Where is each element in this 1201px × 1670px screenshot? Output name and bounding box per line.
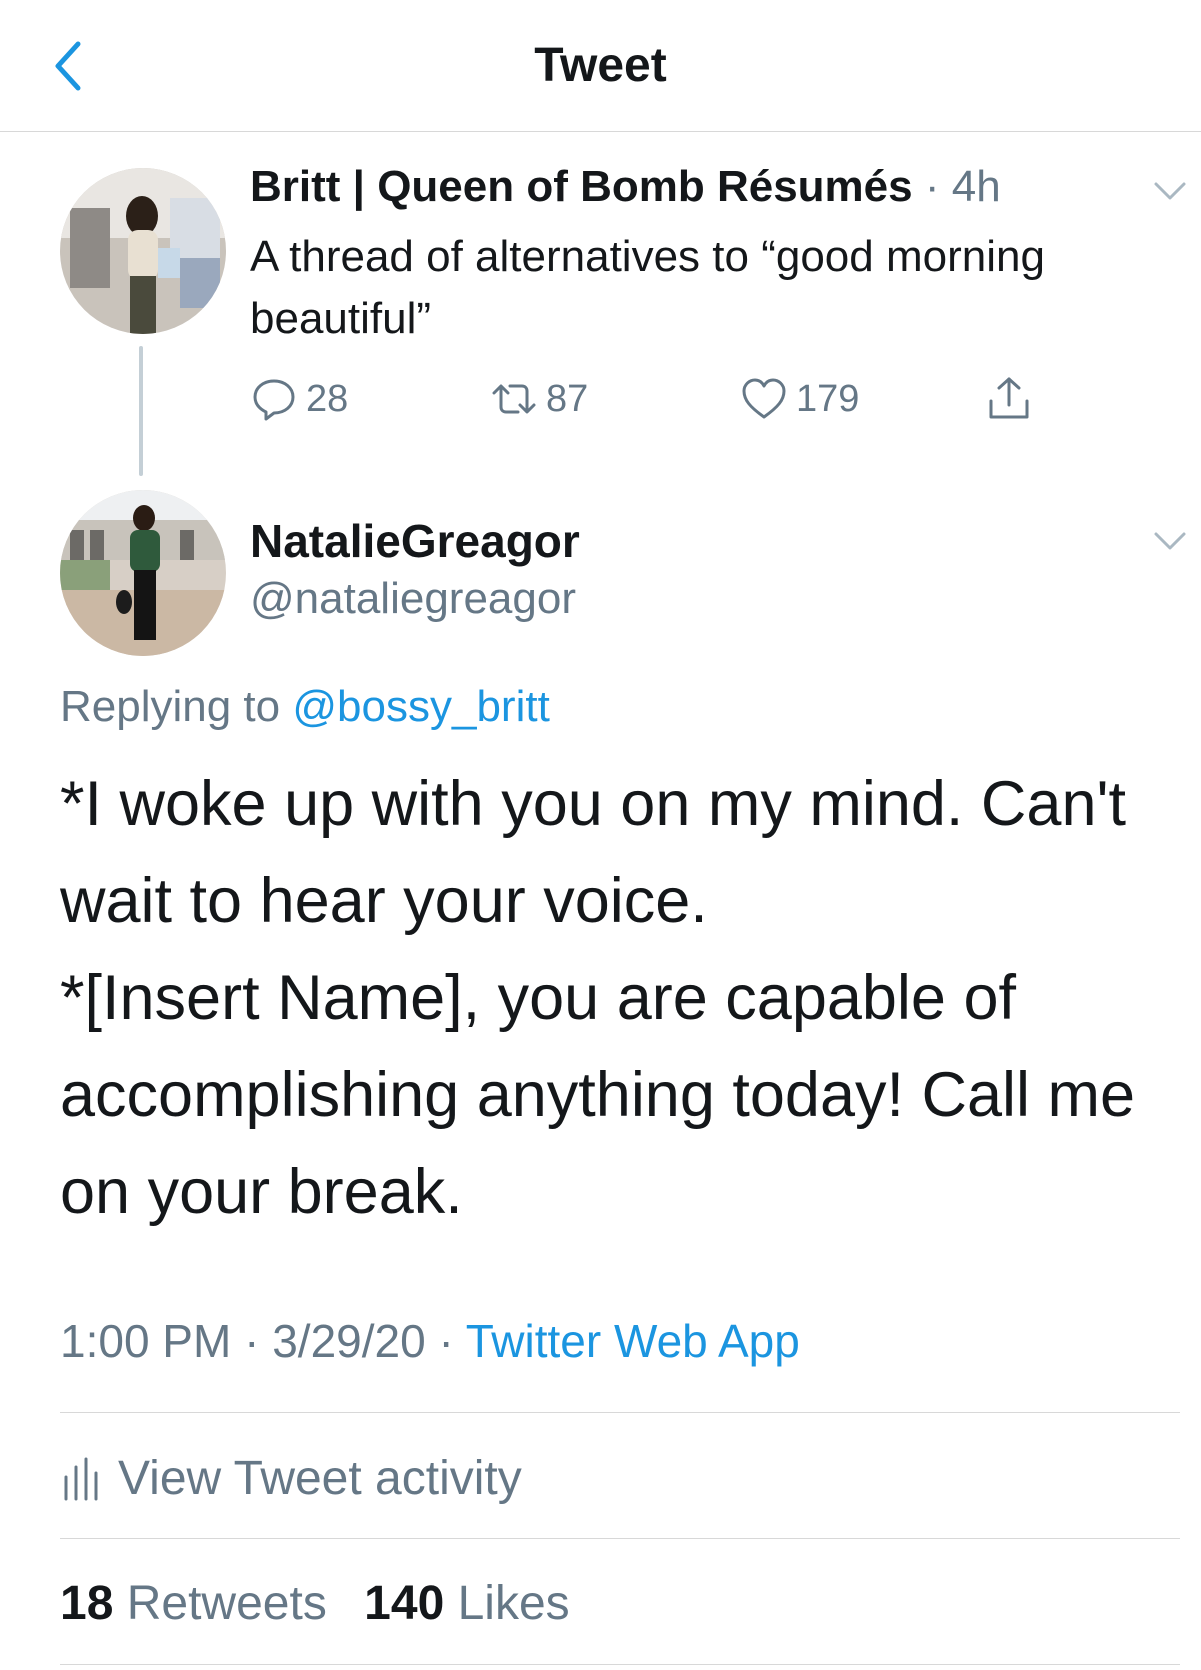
parent-separator: · [924, 162, 940, 211]
tweet-line: *I woke up with you on my mind. Can't wa… [60, 769, 1127, 936]
bar-chart-icon [64, 1457, 98, 1501]
retweet-button[interactable]: 87 [490, 374, 588, 424]
tweet-stats: 18 Retweets 140 Likes [60, 1576, 594, 1631]
main-author-name[interactable]: NatalieGreagor [250, 514, 580, 568]
view-tweet-activity-button[interactable]: View Tweet activity [60, 1448, 522, 1508]
parent-header: Britt | Queen of Bomb Résumés · 4h [250, 162, 1001, 212]
reply-count: 28 [306, 377, 349, 420]
parent-avatar[interactable] [60, 168, 226, 334]
share-button[interactable] [985, 374, 1033, 424]
share-icon [989, 377, 1029, 419]
avatar-photo [60, 168, 226, 334]
likes-stat[interactable]: 140 Likes [364, 1577, 570, 1630]
meta-separator: · [438, 1315, 454, 1367]
main-options-button[interactable] [1150, 526, 1190, 556]
likes-count: 140 [364, 1577, 445, 1630]
retweets-count: 18 [60, 1577, 114, 1630]
activity-label: View Tweet activity [118, 1451, 522, 1505]
avatar-photo [60, 490, 226, 656]
main-avatar[interactable] [60, 490, 226, 656]
tweet-source-link[interactable]: Twitter Web App [466, 1315, 800, 1367]
retweets-label: Retweets [126, 1577, 327, 1630]
retweet-icon [492, 384, 536, 414]
tweet-line: *[Insert Name], you are capable of accom… [60, 963, 1136, 1227]
replying-prefix: Replying to [60, 682, 281, 731]
replying-to: Replying to @bossy_britt [60, 682, 550, 732]
replying-to-link[interactable]: @bossy_britt [292, 682, 549, 731]
tweet-date: 3/29/20 [272, 1315, 426, 1367]
parent-timestamp: 4h [951, 162, 1001, 211]
divider [60, 1538, 1180, 1539]
parent-author-name[interactable]: Britt | Queen of Bomb Résumés [250, 162, 913, 211]
like-count: 179 [796, 377, 860, 420]
tweet-meta: 1:00 PM · 3/29/20 · Twitter Web App [60, 1314, 800, 1368]
retweets-stat[interactable]: 18 Retweets [60, 1577, 340, 1630]
heart-icon [742, 378, 786, 419]
meta-separator: · [244, 1315, 260, 1367]
parent-options-button[interactable] [1150, 176, 1190, 206]
divider [60, 1664, 1180, 1665]
chevron-down-icon [1154, 532, 1186, 550]
retweet-count: 87 [546, 377, 589, 420]
thread-line [139, 346, 143, 476]
likes-label: Likes [457, 1577, 570, 1630]
parent-tweet-text: A thread of alternatives to “good mornin… [250, 232, 1045, 343]
header-bar: Tweet [0, 0, 1201, 132]
main-author-handle[interactable]: @nataliegreagor [250, 574, 576, 624]
reply-icon [253, 379, 295, 421]
divider [60, 1412, 1180, 1413]
chevron-down-icon [1154, 182, 1186, 200]
page-title: Tweet [534, 39, 667, 92]
like-button[interactable]: 179 [740, 374, 859, 424]
reply-button[interactable]: 28 [250, 374, 348, 424]
main-tweet-text: *I woke up with you on my mind. Can't wa… [60, 756, 1190, 1241]
tweet-time: 1:00 PM [60, 1315, 232, 1367]
